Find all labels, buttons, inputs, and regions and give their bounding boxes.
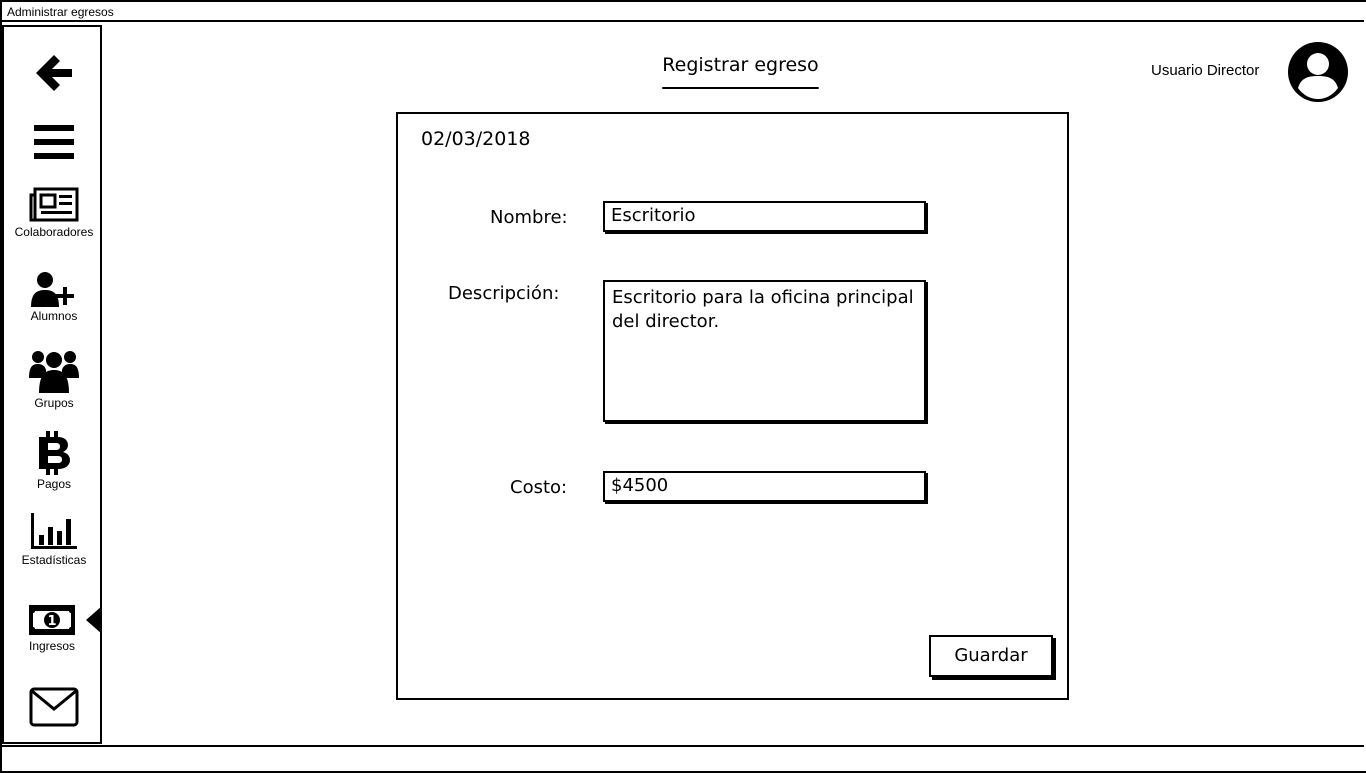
newspaper-icon (29, 187, 79, 222)
active-indicator (86, 606, 102, 634)
users-icon (29, 351, 79, 393)
back-arrow-icon (36, 55, 72, 91)
sidebar-item-label: Grupos (34, 396, 74, 410)
bar-chart-icon (31, 513, 77, 549)
sidebar-item-colaboradores[interactable]: Colaboradores (4, 187, 104, 239)
save-button[interactable]: Guardar (929, 635, 1053, 677)
money-icon: 1 (29, 605, 75, 635)
user-plus-icon (31, 272, 74, 307)
sidebar-item-label: Estadísticas (21, 553, 87, 567)
sidebar-item-label: Pagos (36, 477, 72, 491)
nombre-label: Nombre: (490, 207, 568, 228)
sidebar: Colaboradores Alumnos Grupos Pagos Estad… (2, 25, 102, 744)
user-name: Usuario Director (1151, 62, 1260, 79)
nombre-field[interactable]: Escritorio (603, 201, 926, 232)
sidebar-item-label: Ingresos (28, 639, 76, 653)
title-underline (662, 87, 819, 89)
sidebar-item-label: Colaboradores (14, 225, 94, 239)
window-title: Administrar egresos (2, 2, 1364, 22)
costo-label: Costo: (510, 477, 568, 498)
descripcion-textarea[interactable]: Escritorio para la oficina principal del… (603, 280, 926, 422)
sidebar-item-label: Alumnos (30, 309, 78, 323)
sidebar-item-mail[interactable] (4, 687, 104, 727)
sidebar-item-back[interactable] (4, 51, 104, 95)
sidebar-item-pagos[interactable]: Pagos (4, 431, 104, 491)
sidebar-item-alumnos[interactable]: Alumnos (4, 271, 104, 323)
menu-icon (34, 125, 74, 159)
bitcoin-icon (39, 431, 70, 475)
date-label: 02/03/2018 (421, 128, 531, 150)
page-title: Registrar egreso (662, 54, 819, 76)
bottom-divider (2, 745, 1364, 747)
sidebar-item-grupos[interactable]: Grupos (4, 348, 104, 410)
user-circle-icon[interactable] (1286, 40, 1350, 104)
sidebar-item-estadisticas[interactable]: Estadísticas (4, 513, 104, 567)
descripcion-label: Descripción: (448, 283, 560, 304)
svg-text:1: 1 (47, 614, 56, 629)
sidebar-item-menu[interactable] (4, 123, 104, 163)
envelope-icon (29, 687, 79, 727)
costo-field[interactable]: $4500 (603, 471, 926, 502)
